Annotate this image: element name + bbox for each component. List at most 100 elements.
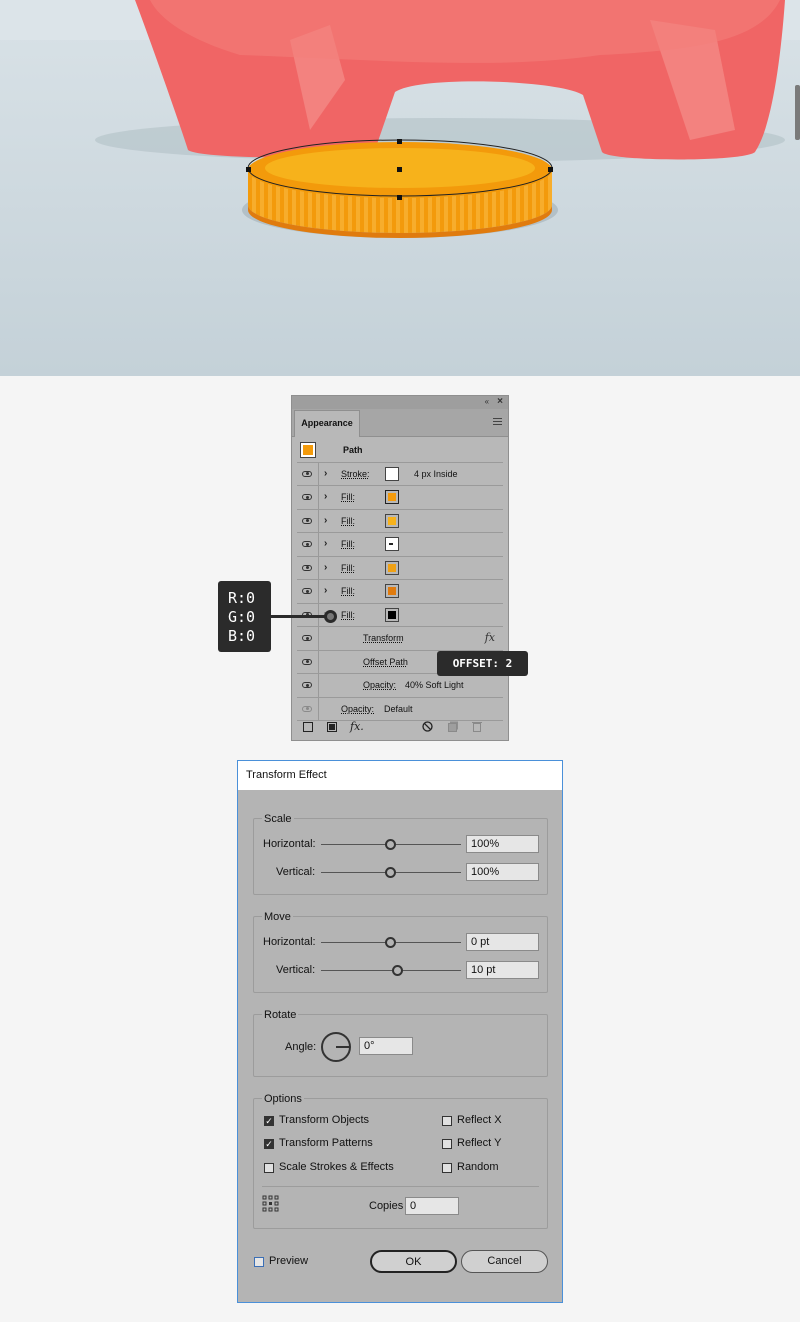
eye-icon[interactable] — [302, 564, 312, 571]
rotate-angle-input[interactable]: 0° — [359, 1037, 413, 1055]
row-label[interactable]: Fill: — [341, 563, 355, 573]
color-swatch[interactable] — [385, 490, 399, 504]
row-label[interactable]: Offset Path — [363, 657, 408, 667]
visibility-cell[interactable] — [297, 627, 319, 650]
add-effect-icon[interactable]: fx. — [350, 720, 364, 733]
move-horizontal-input[interactable]: 0 pt — [466, 933, 539, 951]
fx-icon[interactable]: fx — [485, 631, 495, 644]
ok-button[interactable]: OK — [370, 1250, 457, 1273]
transform-patterns-checkbox[interactable]: ✓ — [264, 1139, 274, 1149]
callout-pointer-dot — [324, 610, 337, 623]
delete-item-icon[interactable] — [472, 721, 482, 735]
visibility-cell[interactable] — [297, 674, 319, 697]
scale-vertical-slider[interactable] — [385, 867, 396, 878]
copies-label: Copies — [369, 1200, 404, 1212]
random-label: Random — [457, 1161, 499, 1173]
color-swatch[interactable] — [385, 560, 399, 575]
color-swatch[interactable] — [385, 466, 399, 481]
visibility-cell[interactable] — [297, 509, 319, 532]
reference-point-icon[interactable] — [262, 1195, 279, 1212]
close-panel-icon[interactable]: × — [497, 396, 503, 407]
row-label[interactable]: Transform — [363, 633, 404, 643]
transform-objects-checkbox[interactable]: ✓ — [264, 1116, 274, 1126]
fill-row[interactable]: › Fill: — [297, 486, 503, 510]
row-label[interactable]: Opacity: — [341, 704, 374, 714]
effect-row[interactable]: Opacity: 40% Soft Light — [297, 674, 503, 698]
reflect-x-checkbox[interactable] — [442, 1116, 452, 1126]
visibility-cell[interactable] — [297, 650, 319, 673]
effect-row[interactable]: Transform fx — [297, 627, 503, 651]
row-label[interactable]: Opacity: — [363, 680, 396, 690]
eye-icon[interactable] — [302, 470, 312, 477]
add-stroke-icon[interactable] — [303, 722, 313, 735]
scale-strokes-label: Scale Strokes & Effects — [279, 1161, 394, 1173]
visibility-cell[interactable] — [297, 533, 319, 556]
copies-input[interactable]: 0 — [405, 1197, 459, 1215]
move-vertical-input[interactable]: 10 pt — [466, 961, 539, 979]
move-vertical-label: Vertical: — [276, 964, 316, 976]
scale-vertical-input[interactable]: 100% — [466, 863, 539, 881]
eye-icon[interactable] — [302, 682, 312, 688]
appearance-panel: ‹‹ × Appearance Path › Stroke: 4 px Inside… — [291, 395, 509, 741]
path-row[interactable]: Path — [297, 439, 503, 463]
cancel-button[interactable]: Cancel — [461, 1250, 548, 1273]
tab-appearance[interactable]: Appearance — [294, 410, 360, 437]
visibility-cell[interactable] — [297, 556, 319, 579]
fill-row[interactable]: › Fill: — [297, 580, 503, 604]
expand-chevron-icon[interactable]: › — [324, 468, 327, 479]
rotate-group: Rotate Angle: 0° — [253, 1009, 548, 1077]
visibility-cell[interactable] — [297, 697, 319, 720]
reflect-y-label: Reflect Y — [457, 1137, 502, 1149]
fill-row[interactable]: › Fill: — [297, 509, 503, 533]
color-swatch[interactable] — [385, 513, 399, 528]
expand-chevron-icon[interactable]: › — [324, 538, 327, 549]
fill-row[interactable]: › Fill: — [297, 533, 503, 557]
reflect-y-checkbox[interactable] — [442, 1139, 452, 1149]
rgb-r: R:0 — [228, 589, 256, 607]
panel-tabbar: Appearance — [292, 409, 508, 437]
preview-checkbox[interactable] — [254, 1257, 264, 1267]
row-label[interactable]: Fill: — [341, 492, 355, 502]
move-horizontal-slider[interactable] — [385, 937, 396, 948]
collapse-panel-icon[interactable]: ‹‹ — [485, 397, 489, 406]
scale-group: Scale Horizontal: 100% Vertical: 100% — [253, 813, 548, 895]
color-swatch[interactable] — [385, 607, 399, 622]
angle-dial[interactable] — [321, 1032, 351, 1062]
move-vertical-track[interactable] — [321, 970, 461, 971]
eye-icon[interactable] — [302, 494, 312, 500]
eye-icon[interactable] — [302, 658, 312, 665]
eye-icon[interactable] — [302, 517, 312, 524]
move-vertical-slider[interactable] — [392, 965, 403, 976]
clear-appearance-icon[interactable] — [422, 721, 433, 735]
row-label[interactable]: Fill: — [341, 586, 355, 596]
row-label[interactable]: Fill: — [341, 610, 355, 620]
fill-row[interactable]: › Fill: — [297, 556, 503, 580]
row-label[interactable]: Stroke: — [341, 469, 370, 479]
random-checkbox[interactable] — [442, 1163, 452, 1173]
eye-icon[interactable] — [302, 588, 312, 594]
duplicate-item-icon[interactable] — [448, 721, 459, 735]
row-label[interactable]: Fill: — [341, 516, 355, 526]
scale-strokes-checkbox[interactable] — [264, 1163, 274, 1173]
color-swatch[interactable] — [385, 537, 399, 551]
visibility-cell[interactable] — [297, 462, 319, 485]
panel-menu-icon[interactable] — [493, 418, 502, 425]
row-value: Default — [384, 703, 413, 714]
row-label[interactable]: Fill: — [341, 539, 355, 549]
color-swatch[interactable] — [385, 584, 399, 598]
visibility-cell[interactable] — [297, 580, 319, 603]
expand-chevron-icon[interactable]: › — [324, 515, 327, 526]
coin-illustration — [0, 0, 800, 376]
rgb-b: B:0 — [228, 627, 256, 645]
eye-icon[interactable] — [302, 705, 312, 712]
stroke-row[interactable]: › Stroke: 4 px Inside — [297, 462, 503, 486]
eye-icon[interactable] — [302, 635, 312, 641]
scale-horizontal-slider[interactable] — [385, 839, 396, 850]
eye-icon[interactable] — [302, 541, 312, 547]
scale-horizontal-input[interactable]: 100% — [466, 835, 539, 853]
add-fill-icon[interactable] — [327, 722, 337, 735]
expand-chevron-icon[interactable]: › — [324, 562, 327, 573]
expand-chevron-icon[interactable]: › — [324, 585, 327, 596]
expand-chevron-icon[interactable]: › — [324, 491, 327, 502]
visibility-cell[interactable] — [297, 486, 319, 509]
